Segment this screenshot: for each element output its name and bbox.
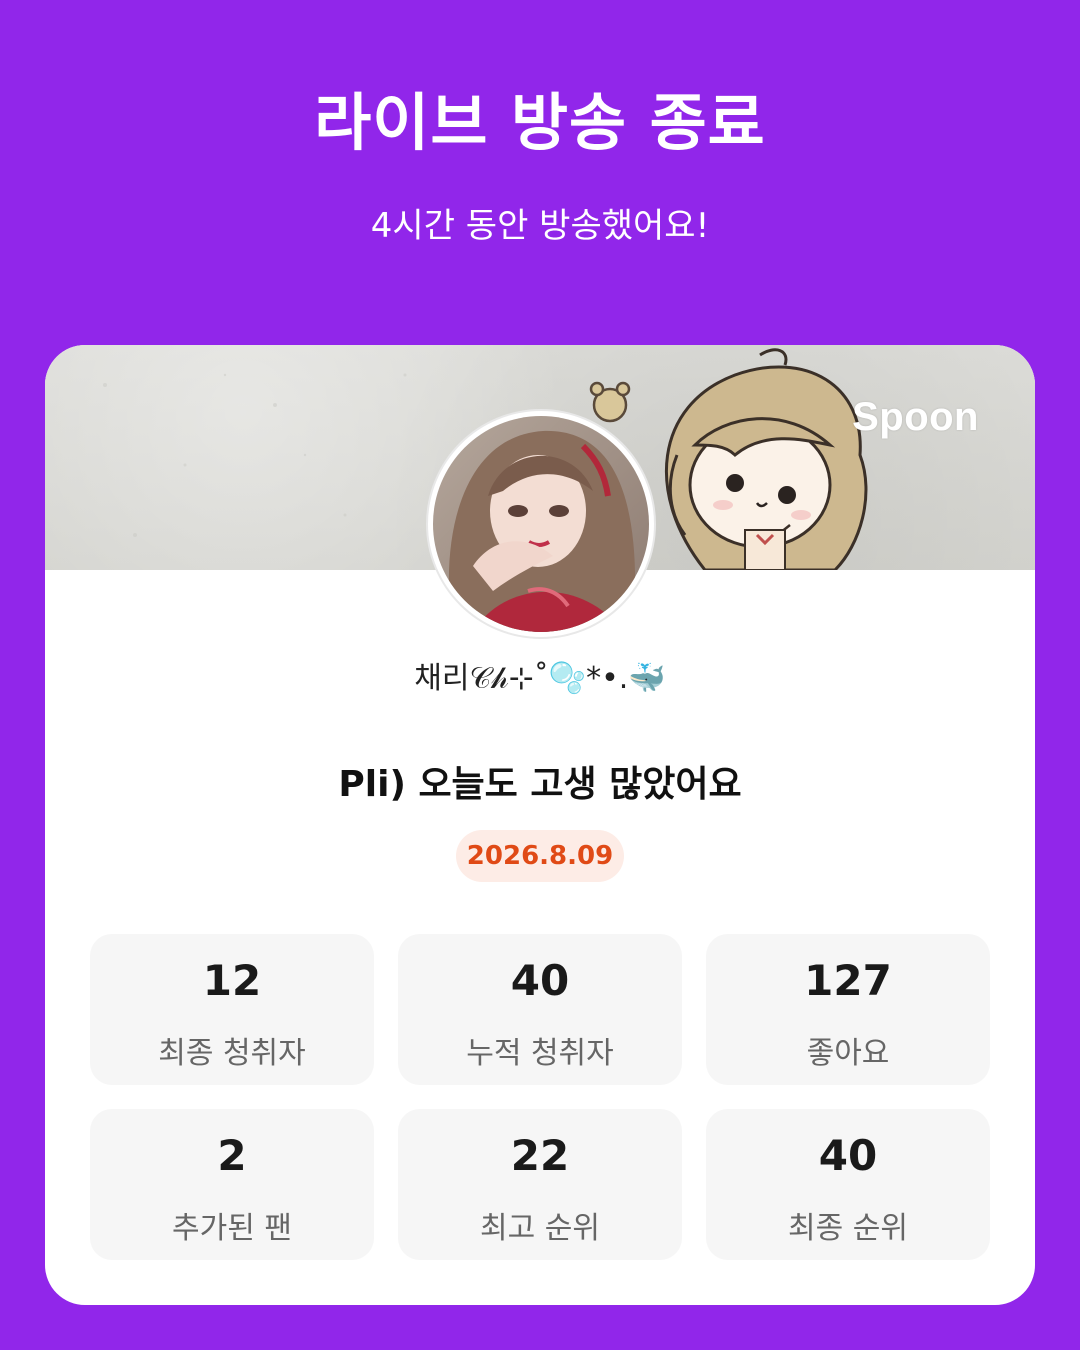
stat-value: 127 [804,956,892,1005]
stat-label: 최종 청취자 [158,1036,306,1071]
stat-value: 22 [510,1131,570,1180]
stat-label: 좋아요 [806,1036,890,1071]
broadcast-duration: 4시간 동안 방송했어요! [370,206,710,246]
broadcast-summary-card: Spoon 채리𝒞𝒽⊹˚🫧*•.🐳 Pli) 오늘도 고생 많았어요 2026.… [45,345,1035,1305]
stat-label: 최고 순위 [480,1211,600,1246]
stat-new-fans: 2 추가된 팬 [90,1109,374,1260]
spoon-logo: Spoon [852,395,979,439]
broadcast-title: Pli) 오늘도 고생 많았어요 [338,764,742,805]
page-title: 라이브 방송 종료 [314,86,766,159]
stat-value: 12 [202,956,262,1005]
stat-final-rank: 40 최종 순위 [706,1109,990,1260]
stat-likes: 127 좋아요 [706,934,990,1085]
stat-total-listeners: 40 누적 청취자 [398,934,682,1085]
stats-grid: 12 최종 청취자 40 누적 청취자 127 좋아요 2 추가된 팬 22 최… [90,934,990,1260]
stat-label: 최종 순위 [788,1211,908,1246]
avatar[interactable] [428,411,654,637]
avatar-image [433,416,649,632]
stat-highest-rank: 22 최고 순위 [398,1109,682,1260]
stat-label: 추가된 팬 [172,1211,292,1246]
date-badge: 2026.8.09 [456,830,624,882]
streamer-name: 채리𝒞𝒽⊹˚🫧*•.🐳 [414,661,666,696]
stat-value: 40 [818,1131,878,1180]
stat-value: 2 [217,1131,247,1180]
stat-value: 40 [510,956,570,1005]
stat-label: 누적 청취자 [466,1036,614,1071]
stat-final-listeners: 12 최종 청취자 [90,934,374,1085]
